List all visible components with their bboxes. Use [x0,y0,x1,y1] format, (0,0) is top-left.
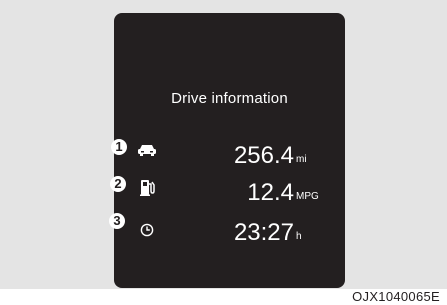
figure-code: OJX1040065E [352,289,440,304]
distance-value: 256.4 [233,142,294,169]
callout-badge-1: 1 [111,139,127,155]
fuel-pump-icon [139,179,155,197]
callout-badge-3: 3 [109,213,125,229]
fuel-economy-value: 12.4 [247,179,294,206]
elapsed-time-value: 23:27 [233,219,294,246]
drive-information-title: Drive information [171,90,288,107]
fuel-economy-unit: MPG [296,191,319,202]
callout-badge-2: 2 [110,176,126,192]
car-distance-icon [137,143,157,157]
clock-icon [140,223,154,237]
distance-unit: mi [296,154,307,165]
elapsed-time-unit: h [296,231,302,242]
